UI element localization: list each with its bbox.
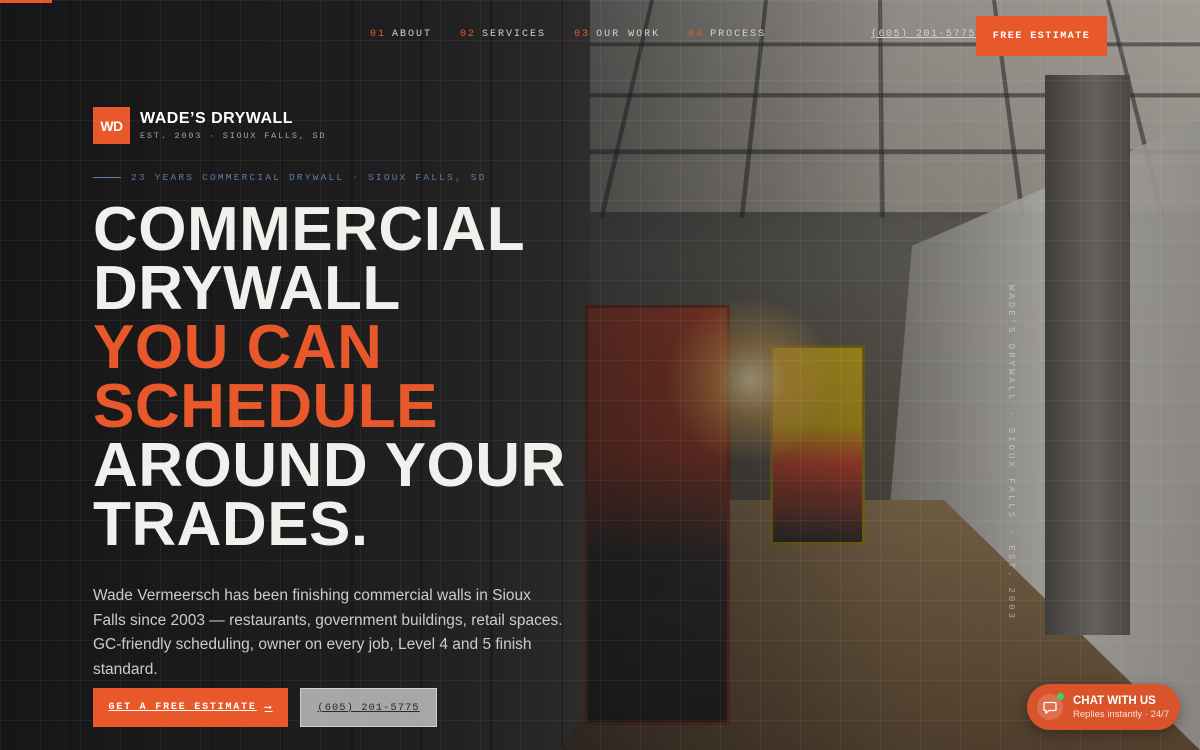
vertical-caption: WADE’S DRYWALL · SIOUX FALLS · EST. 2003: [1006, 285, 1016, 622]
nav-item-label: SERVICES: [482, 29, 547, 40]
nav-item-label: OUR WORK: [596, 29, 661, 40]
chat-subtitle: Replies instantly · 24/7: [1073, 708, 1170, 720]
chat-bubble-icon: [1037, 693, 1064, 720]
nav-item-number: 04: [688, 29, 705, 40]
hero-headline: COMMERCIAL DRYWALL YOU CAN SCHEDULE AROU…: [93, 195, 566, 559]
eyebrow-text: 23 YEARS COMMERCIAL DRYWALL · SIOUX FALL…: [131, 172, 487, 183]
brand-tagline: EST. 2003 · SIOUX FALLS, SD: [140, 131, 327, 141]
headline-line: DRYWALL: [93, 254, 401, 323]
arrow-right-icon: ⟶: [264, 702, 273, 714]
headline-line: COMMERCIAL: [93, 195, 526, 264]
nav-item-number: 03: [574, 29, 591, 40]
nav-phone-link[interactable]: (605) 201-5775: [871, 29, 976, 40]
free-estimate-button[interactable]: FREE ESTIMATE: [976, 16, 1107, 56]
hero-eyebrow: 23 YEARS COMMERCIAL DRYWALL · SIOUX FALL…: [93, 172, 487, 183]
logo-text: WADE’S DRYWALL EST. 2003 · SIOUX FALLS, …: [140, 110, 326, 141]
nav-item-process[interactable]: 04 PROCESS: [688, 29, 766, 40]
call-phone-button[interactable]: (605) 201-5775: [300, 688, 437, 727]
nav-item-number: 02: [460, 29, 477, 40]
nav-item-label: ABOUT: [392, 29, 433, 40]
nav-item-about[interactable]: 01 ABOUT: [370, 29, 432, 40]
headline-accent-line: SCHEDULE: [93, 372, 439, 441]
online-status-dot: [1057, 693, 1064, 700]
brand-name: WADE’S DRYWALL: [140, 110, 294, 127]
cta-primary-label: GET A FREE ESTIMATE: [108, 702, 257, 713]
get-free-estimate-button[interactable]: GET A FREE ESTIMATE ⟶: [93, 688, 288, 727]
nav-item-number: 01: [370, 29, 387, 40]
main-nav: 01 ABOUT 02 SERVICES 03 OUR WORK 04 PROC…: [370, 29, 766, 40]
corner-accent-bar: [0, 0, 52, 3]
nav-item-our-work[interactable]: 03 OUR WORK: [574, 29, 660, 40]
headline-line: AROUND YOUR: [93, 431, 566, 500]
chat-widget-button[interactable]: CHAT WITH US Replies instantly · 24/7: [1027, 684, 1180, 730]
headline-accent-line: YOU CAN: [93, 313, 383, 382]
hero-description: Wade Vermeersch has been finishing comme…: [93, 587, 563, 678]
chat-text: CHAT WITH US Replies instantly · 24/7: [1073, 695, 1169, 720]
headline-line: TRADES.: [93, 490, 369, 559]
brand-logo[interactable]: WD WADE’S DRYWALL EST. 2003 · SIOUX FALL…: [93, 107, 326, 144]
nav-item-services[interactable]: 02 SERVICES: [460, 29, 546, 40]
logo-mark: WD: [93, 107, 130, 144]
nav-item-label: PROCESS: [710, 29, 767, 40]
eyebrow-rule: [93, 177, 121, 178]
chat-title: CHAT WITH US: [1073, 694, 1156, 707]
